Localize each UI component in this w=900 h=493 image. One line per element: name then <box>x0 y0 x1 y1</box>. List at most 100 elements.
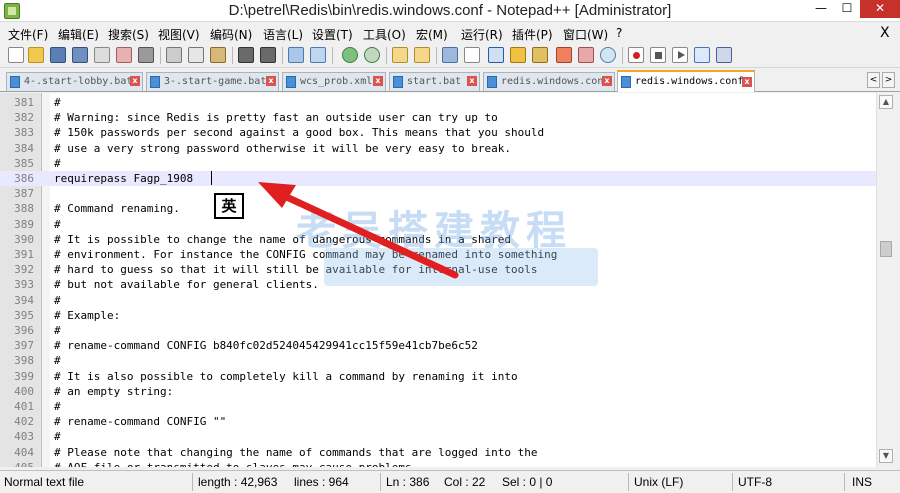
line-text[interactable]: # It is also possible to completely kill… <box>54 369 518 384</box>
editor-line[interactable]: 386 requirepass Fagp_1908 <box>0 171 876 187</box>
line-text[interactable]: # Please note that changing the name of … <box>54 445 537 460</box>
tab-wcs-prob[interactable]: wcs_prob.xml x <box>282 72 386 91</box>
text-editor[interactable]: 381 #382 # Warning: since Redis is pretty … <box>0 93 876 467</box>
indent-guide-icon[interactable] <box>488 47 504 63</box>
menu-encoding[interactable]: 编码(N) <box>210 26 252 43</box>
function-list-icon[interactable] <box>556 47 572 63</box>
line-text[interactable]: # Command renaming. <box>54 201 180 216</box>
replace-icon[interactable] <box>310 47 326 63</box>
status-encoding[interactable]: UTF-8 <box>738 475 772 489</box>
editor-line[interactable]: 400 # an empty string: <box>0 384 876 399</box>
editor-line[interactable]: 399 # It is also possible to completely k… <box>0 369 876 384</box>
menu-run[interactable]: 运行(R) <box>461 26 503 43</box>
zoom-out-icon[interactable] <box>364 47 380 63</box>
menu-help[interactable]: ? <box>616 26 622 40</box>
editor-line[interactable]: 405 # AOF file or transmitted to slaves m… <box>0 460 876 467</box>
play-multiple-icon[interactable] <box>694 47 710 63</box>
scroll-up-button[interactable]: ▲ <box>879 95 893 109</box>
new-file-icon[interactable] <box>8 47 24 63</box>
word-wrap-icon[interactable] <box>442 47 458 63</box>
doc-map-icon[interactable] <box>532 47 548 63</box>
minimize-button[interactable]: — <box>808 0 834 18</box>
tab-close-icon[interactable]: x <box>373 76 383 86</box>
line-text[interactable]: # use a very strong password otherwise i… <box>54 141 511 156</box>
monitor-icon[interactable] <box>600 47 616 63</box>
menu-edit[interactable]: 编辑(E) <box>58 26 99 43</box>
vertical-scrollbar[interactable]: ▲ ▼ <box>876 93 894 467</box>
save-icon[interactable] <box>50 47 66 63</box>
line-text[interactable]: # <box>54 293 61 308</box>
menu-file[interactable]: 文件(F) <box>8 26 48 43</box>
editor-line[interactable]: 387 <box>0 186 876 201</box>
editor-line[interactable]: 390 # It is possible to change the name o… <box>0 232 876 247</box>
close-all-icon[interactable] <box>116 47 132 63</box>
sync-vertical-icon[interactable] <box>392 47 408 63</box>
copy-icon[interactable] <box>188 47 204 63</box>
scroll-down-button[interactable]: ▼ <box>879 449 893 463</box>
line-text[interactable]: # <box>54 156 61 171</box>
line-text[interactable]: # <box>54 399 61 414</box>
tab-redis-conf-active[interactable]: redis.windows.conf x <box>617 70 755 92</box>
close-window-button[interactable]: ✕ <box>860 0 900 18</box>
save-macro-icon[interactable] <box>716 47 732 63</box>
tab-close-icon[interactable]: x <box>742 77 752 87</box>
tab-close-icon[interactable]: x <box>467 76 477 86</box>
tab-start-bat[interactable]: start.bat x <box>389 72 480 91</box>
open-file-icon[interactable] <box>28 47 44 63</box>
menu-language[interactable]: 语言(L) <box>263 26 303 43</box>
line-text[interactable]: # <box>54 217 61 232</box>
find-icon[interactable] <box>288 47 304 63</box>
line-text[interactable]: # but not available for general clients. <box>54 277 319 292</box>
line-text[interactable]: # hard to guess so that it will still be… <box>54 262 537 277</box>
menu-plugins[interactable]: 插件(P) <box>512 26 553 43</box>
line-text[interactable]: requirepass Fagp_1908 <box>54 171 193 186</box>
redo-icon[interactable] <box>260 47 276 63</box>
tab-start-game[interactable]: 3-.start-game.bat x <box>146 72 279 91</box>
tab-redis-conf-1[interactable]: redis.windows.conf x <box>483 72 615 91</box>
editor-line[interactable]: 398 # <box>0 353 876 368</box>
line-text[interactable]: # It is possible to change the name of d… <box>54 232 511 247</box>
paste-icon[interactable] <box>210 47 226 63</box>
line-text[interactable]: # Example: <box>54 308 120 323</box>
stop-macro-icon[interactable] <box>650 47 666 63</box>
maximize-button[interactable]: ☐ <box>834 0 860 18</box>
tab-close-icon[interactable]: x <box>130 76 140 86</box>
line-text[interactable]: # <box>54 323 61 338</box>
editor-line[interactable]: 381 # <box>0 95 876 110</box>
line-text[interactable]: # an empty string: <box>54 384 173 399</box>
menu-tools[interactable]: 工具(O) <box>363 26 406 43</box>
line-text[interactable]: # <box>54 353 61 368</box>
show-all-chars-icon[interactable] <box>464 47 480 63</box>
menu-settings[interactable]: 设置(T) <box>312 26 353 43</box>
tab-scroll-right-button[interactable]: > <box>882 72 895 88</box>
editor-line[interactable]: 393 # but not available for general clien… <box>0 277 876 292</box>
line-text[interactable]: # Warning: since Redis is pretty fast an… <box>54 110 498 125</box>
editor-line[interactable]: 404 # Please note that changing the name … <box>0 445 876 460</box>
editor-line[interactable]: 392 # hard to guess so that it will still… <box>0 262 876 277</box>
line-text[interactable]: # rename-command CONFIG b840fc02d5240454… <box>54 338 478 353</box>
scroll-thumb[interactable] <box>880 241 892 257</box>
editor-line[interactable]: 402 # rename-command CONFIG "" <box>0 414 876 429</box>
editor-line[interactable]: 396 # <box>0 323 876 338</box>
close-document-x[interactable]: X <box>880 25 890 41</box>
save-all-icon[interactable] <box>72 47 88 63</box>
editor-line[interactable]: 384 # use a very strong password otherwis… <box>0 141 876 156</box>
folder-workspace-icon[interactable] <box>578 47 594 63</box>
status-insert-mode[interactable]: INS <box>852 475 872 489</box>
editor-line[interactable]: 383 # 150k passwords per second against a… <box>0 125 876 140</box>
editor-line[interactable]: 401 # <box>0 399 876 414</box>
record-macro-icon[interactable] <box>628 47 644 63</box>
close-icon[interactable] <box>94 47 110 63</box>
editor-line[interactable]: 382 # Warning: since Redis is pretty fast… <box>0 110 876 125</box>
cut-icon[interactable] <box>166 47 182 63</box>
menu-window[interactable]: 窗口(W) <box>563 26 608 43</box>
editor-line[interactable]: 388 # Command renaming. <box>0 201 876 216</box>
line-text[interactable]: # rename-command CONFIG "" <box>54 414 226 429</box>
status-eol[interactable]: Unix (LF) <box>634 475 683 489</box>
editor-line[interactable]: 389 # <box>0 217 876 232</box>
zoom-in-icon[interactable] <box>342 47 358 63</box>
print-icon[interactable] <box>138 47 154 63</box>
user-language-icon[interactable] <box>510 47 526 63</box>
tab-start-lobby[interactable]: 4-.start-lobby.bat x <box>6 72 143 91</box>
menu-view[interactable]: 视图(V) <box>158 26 200 43</box>
